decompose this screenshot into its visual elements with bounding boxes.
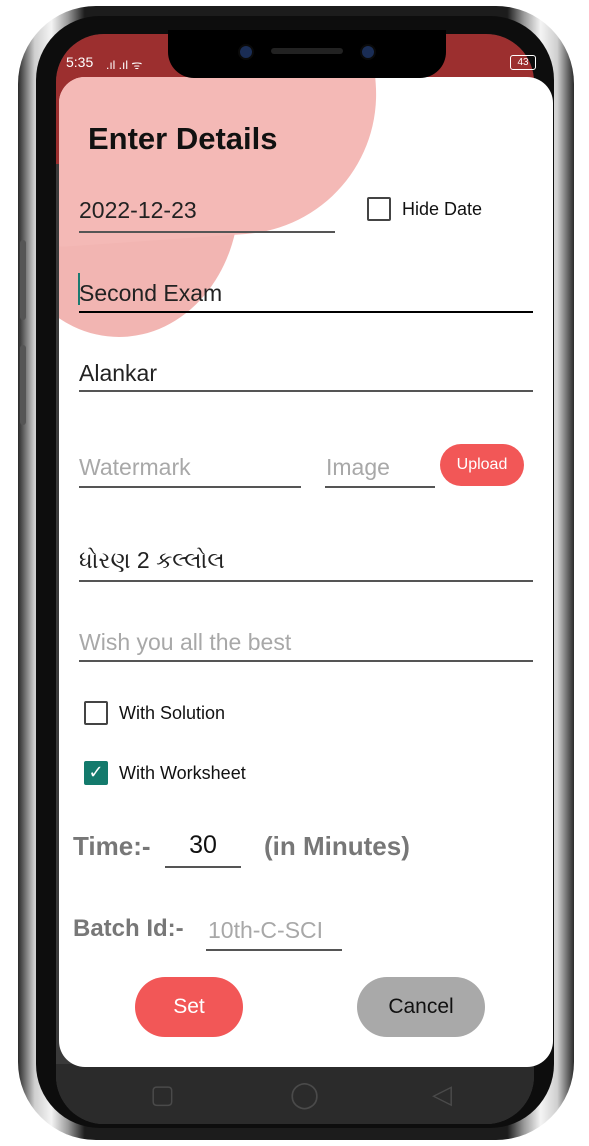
batch-id-input[interactable]: 10th-C-SCI [208,917,323,944]
institute-name-input[interactable]: Alankar [79,360,157,387]
earpiece-speaker [271,48,343,54]
image-underline [325,486,435,488]
with-worksheet-checkbox[interactable]: ✓ [84,761,108,785]
with-solution-label: With Solution [119,703,226,723]
exam-name-input[interactable]: Second Exam [79,280,222,307]
image-input[interactable]: Image [326,454,390,481]
recents-icon[interactable]: ▢ [150,1080,175,1110]
sensor-icon [360,44,376,60]
wish-input[interactable]: Wish you all the best [79,629,291,656]
cancel-button[interactable]: Cancel [357,977,485,1037]
back-icon[interactable]: ◁ [432,1080,452,1110]
battery-icon: 43 [510,55,536,70]
time-unit-label: (in Minutes) [264,831,410,861]
date-field-underline [79,231,335,233]
enter-details-dialog: Enter Details 2022-12-23 Hide Date Secon… [59,77,553,1067]
dialog-title: Enter Details [88,121,278,156]
date-field[interactable]: 2022-12-23 [79,197,197,224]
time-label: Time:- [73,831,151,861]
watermark-input[interactable]: Watermark [79,454,191,481]
front-camera-icon [238,44,254,60]
set-button[interactable]: Set [135,977,243,1037]
signal-icon: .ıl .ıl ᯤ [106,58,143,72]
wish-underline [79,660,533,662]
watermark-underline [79,486,301,488]
camera-notch [168,30,446,78]
class-name-underline [79,580,533,582]
with-solution-checkbox[interactable] [84,701,108,725]
checkmark-icon: ✓ [88,762,104,783]
hide-date-label: Hide Date [402,199,483,219]
exam-name-underline [79,311,533,313]
class-name-input[interactable]: ધોરણ 2 કલ્લોલ [79,547,225,574]
batch-id-underline [206,949,342,951]
hide-date-checkbox[interactable] [367,197,391,221]
volume-down-button [20,345,26,425]
status-time: 5:35 [66,54,94,70]
with-worksheet-label: With Worksheet [119,763,246,783]
home-icon[interactable]: ◯ [290,1080,319,1110]
navigation-bar: ▢ ◯ ◁ [56,1064,534,1124]
batch-id-label: Batch Id:- [73,915,184,942]
time-underline [165,866,241,868]
time-input[interactable]: 30 [165,831,241,860]
institute-name-underline [79,390,533,392]
volume-up-button [20,240,26,320]
upload-button[interactable]: Upload [440,444,524,486]
